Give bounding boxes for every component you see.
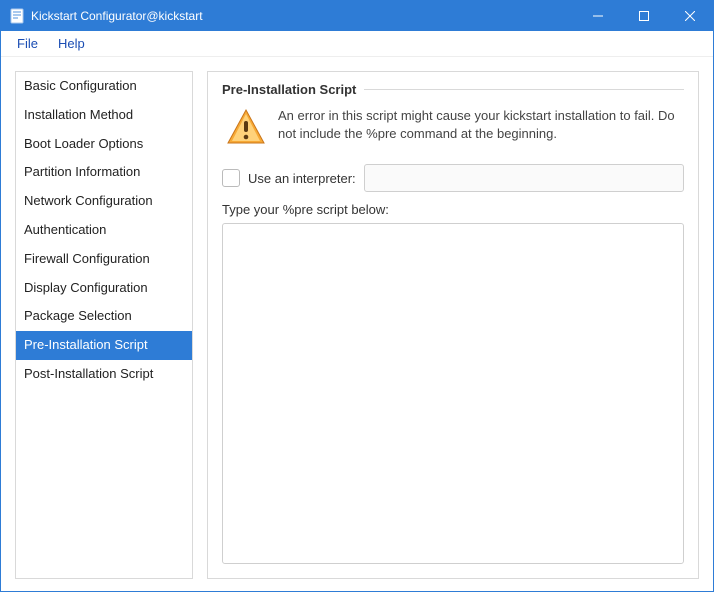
panel-title-line <box>364 89 684 90</box>
warning-icon <box>226 107 266 150</box>
panel-title-row: Pre-Installation Script <box>222 82 684 97</box>
script-label: Type your %pre script below: <box>222 202 684 217</box>
use-interpreter-checkbox[interactable] <box>222 169 240 187</box>
sidebar-item[interactable]: Installation Method <box>16 101 192 130</box>
menu-help[interactable]: Help <box>48 33 95 54</box>
sidebar-item[interactable]: Display Configuration <box>16 274 192 303</box>
sidebar-item[interactable]: Pre-Installation Script <box>16 331 192 360</box>
panel-title: Pre-Installation Script <box>222 82 356 97</box>
close-button[interactable] <box>667 1 713 31</box>
sidebar-item[interactable]: Partition Information <box>16 158 192 187</box>
maximize-button[interactable] <box>621 1 667 31</box>
sidebar: Basic ConfigurationInstallation MethodBo… <box>15 71 193 579</box>
window-title: Kickstart Configurator@kickstart <box>31 9 575 23</box>
warning-row: An error in this script might cause your… <box>222 103 684 160</box>
warning-text: An error in this script might cause your… <box>278 107 684 143</box>
content: Basic ConfigurationInstallation MethodBo… <box>1 57 713 593</box>
main-panel: Pre-Installation Script An error in this… <box>207 71 699 579</box>
sidebar-item[interactable]: Basic Configuration <box>16 72 192 101</box>
menubar: File Help <box>1 31 713 57</box>
sidebar-item[interactable]: Boot Loader Options <box>16 130 192 159</box>
menu-file[interactable]: File <box>7 33 48 54</box>
sidebar-item[interactable]: Network Configuration <box>16 187 192 216</box>
app-icon <box>9 8 25 24</box>
minimize-button[interactable] <box>575 1 621 31</box>
sidebar-item[interactable]: Post-Installation Script <box>16 360 192 389</box>
interpreter-input[interactable] <box>364 164 684 192</box>
titlebar: Kickstart Configurator@kickstart <box>1 1 713 31</box>
script-textarea[interactable] <box>222 223 684 564</box>
interpreter-row: Use an interpreter: <box>222 164 684 192</box>
sidebar-item[interactable]: Authentication <box>16 216 192 245</box>
sidebar-item[interactable]: Package Selection <box>16 302 192 331</box>
use-interpreter-label: Use an interpreter: <box>248 171 356 186</box>
sidebar-item[interactable]: Firewall Configuration <box>16 245 192 274</box>
